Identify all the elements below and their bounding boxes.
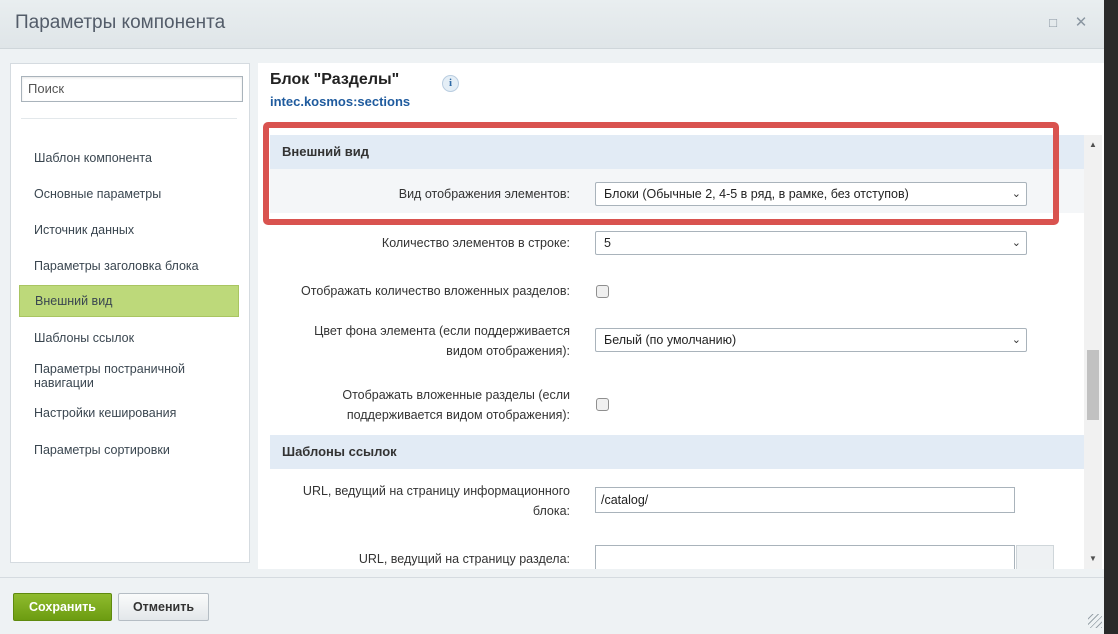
annotation-highlight-box <box>263 122 1059 225</box>
chevron-down-icon: ⌄ <box>1011 334 1021 346</box>
sidebar-item-template[interactable]: Шаблон компонента <box>19 151 239 165</box>
block-title: Блок "Разделы" <box>270 71 400 88</box>
section-url-label: URL, ведущий на страницу раздела: <box>358 552 570 566</box>
expand-icon[interactable]: □ <box>1044 14 1062 32</box>
items-per-row-value: 5 <box>604 236 611 250</box>
dialog-footer: Сохранить Отменить <box>0 577 1104 634</box>
items-per-row-select[interactable]: 5 ⌄ <box>595 231 1027 255</box>
sidebar-item-appearance[interactable]: Внешний вид <box>19 285 239 317</box>
bg-color-select[interactable]: Белый (по умолчанию) ⌄ <box>595 328 1027 352</box>
dialog-title: Параметры компонента <box>15 12 226 33</box>
bg-color-label-line2: видом отображения): <box>446 344 570 358</box>
component-parameters-dialog: Параметры компонента □ ✕ Шаблон компонен… <box>0 0 1104 634</box>
sidebar-item-sorting[interactable]: Параметры сортировки <box>19 443 239 457</box>
scroll-down-icon[interactable]: ▼ <box>1084 551 1102 567</box>
sidebar-divider <box>21 118 237 119</box>
show-subsections-checkbox[interactable] <box>596 398 609 411</box>
section-url-input[interactable] <box>595 545 1015 569</box>
sidebar-item-block-header[interactable]: Параметры заголовка блока <box>19 259 239 273</box>
section-header-links: Шаблоны ссылок <box>270 435 1084 469</box>
sidebar-item-link-templates[interactable]: Шаблоны ссылок <box>19 331 239 345</box>
chevron-down-icon: ⌄ <box>1011 237 1021 249</box>
show-subsections-label-line2: поддерживается видом отображения): <box>346 408 570 422</box>
items-per-row-label: Количество элементов в строке: <box>381 236 570 250</box>
sidebar-item-pagination[interactable]: Параметры постраничной навигации <box>19 362 209 390</box>
save-button[interactable]: Сохранить <box>13 593 112 621</box>
sidebar-item-caching[interactable]: Настройки кеширования <box>19 406 239 420</box>
show-count-label: Отображать количество вложенных разделов… <box>301 284 570 298</box>
cancel-button[interactable]: Отменить <box>118 593 209 621</box>
sidebar-item-main-params[interactable]: Основные параметры <box>19 187 239 201</box>
resize-grip[interactable] <box>1088 614 1102 628</box>
search-input[interactable] <box>21 76 243 102</box>
iblock-url-label-line2: блока: <box>532 504 570 518</box>
show-subsections-label-line1: Отображать вложенные разделы (если <box>342 388 570 402</box>
vertical-scrollbar[interactable]: ▲ ▼ <box>1084 135 1102 569</box>
bg-color-label-line1: Цвет фона элемента (если поддерживается <box>314 324 570 338</box>
scrollbar-thumb[interactable] <box>1087 350 1099 420</box>
show-count-checkbox[interactable] <box>596 285 609 298</box>
iblock-url-input[interactable]: /catalog/ <box>595 487 1015 513</box>
block-code: intec.kosmos:sections <box>270 94 411 109</box>
sidebar: Шаблон компонента Основные параметры Ист… <box>10 63 250 563</box>
close-icon[interactable]: ✕ <box>1072 14 1090 32</box>
bg-color-value: Белый (по умолчанию) <box>604 333 737 347</box>
sidebar-item-data-source[interactable]: Источник данных <box>19 223 239 237</box>
dialog-header[interactable]: Параметры компонента □ ✕ <box>0 0 1104 49</box>
info-icon[interactable]: i <box>442 75 459 92</box>
section-url-picker-button[interactable] <box>1016 545 1054 569</box>
scroll-up-icon[interactable]: ▲ <box>1084 137 1102 153</box>
iblock-url-label-line1: URL, ведущий на страницу информационного <box>302 484 570 498</box>
